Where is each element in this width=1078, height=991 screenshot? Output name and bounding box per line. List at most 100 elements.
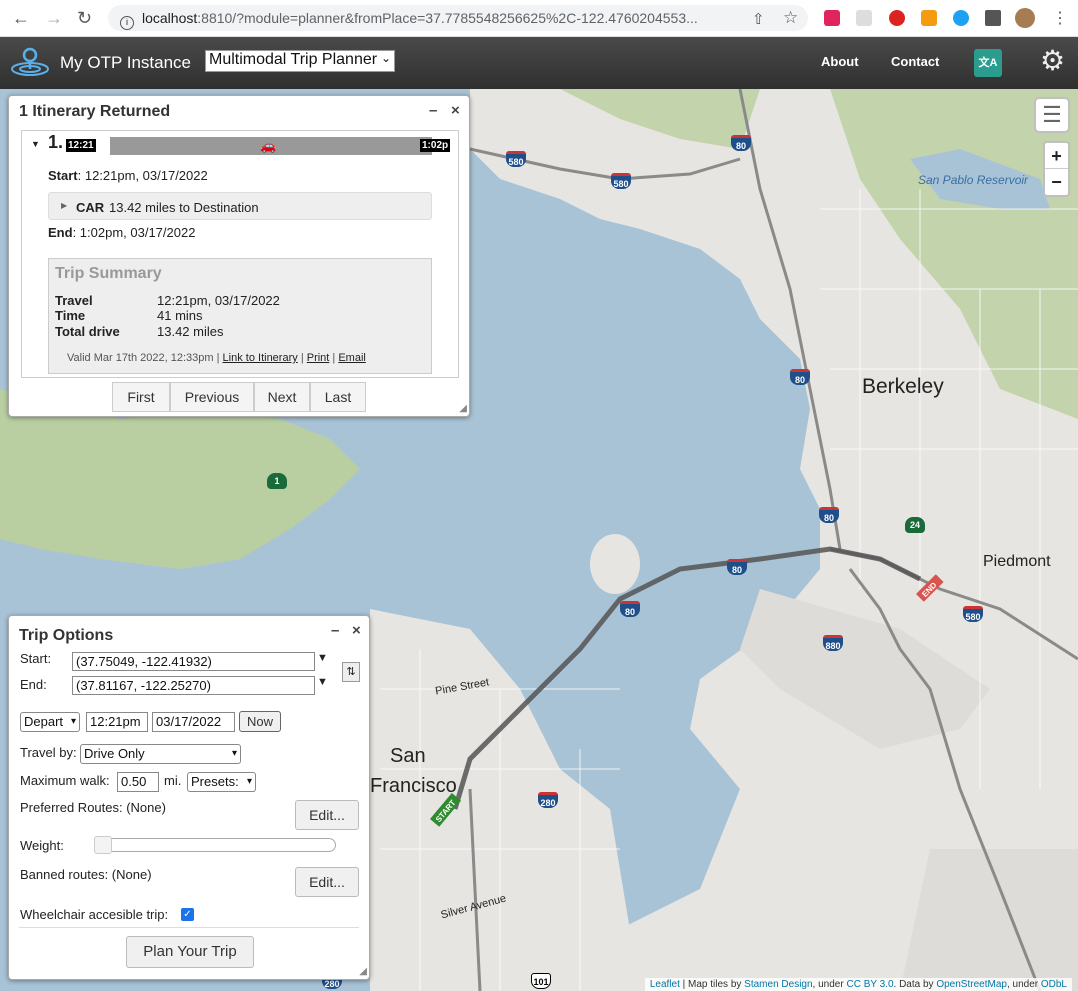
edit-banned-routes-button[interactable]: Edit...: [295, 867, 359, 897]
next-button[interactable]: Next: [254, 382, 310, 412]
start-label: Start:: [20, 651, 52, 666]
leaflet-link[interactable]: Leaflet: [650, 979, 680, 990]
trip-options-panel[interactable]: Trip Options – × Start: (37.75049, -122.…: [8, 615, 370, 980]
ccby-link[interactable]: CC BY 3.0: [846, 979, 893, 990]
extension-red-icon[interactable]: [889, 10, 905, 26]
forward-icon[interactable]: →: [45, 8, 63, 29]
gear-icon[interactable]: ⚙: [1040, 47, 1068, 75]
end-dropdown-icon[interactable]: ▼: [317, 676, 328, 688]
close-icon[interactable]: ×: [451, 102, 460, 119]
first-button[interactable]: First: [112, 382, 170, 412]
layers-icon[interactable]: ☰: [1034, 97, 1070, 133]
weight-slider[interactable]: [94, 836, 336, 854]
map-attribution: Leaflet | Map tiles by Stamen Design, un…: [644, 978, 1072, 991]
last-button[interactable]: Last: [310, 382, 366, 412]
stamen-link[interactable]: Stamen Design: [744, 979, 812, 990]
contact-link[interactable]: Contact: [891, 54, 939, 69]
minimize-icon[interactable]: –: [429, 102, 437, 119]
attribution-text: , under: [1006, 979, 1039, 990]
summary-key: Time: [55, 308, 86, 323]
max-walk-label: Maximum walk:: [20, 773, 110, 788]
leg-mode: CAR: [76, 200, 105, 215]
chevron-down-icon: ▾: [231, 748, 237, 759]
bookmark-star-icon[interactable]: ☆: [783, 8, 798, 28]
address-bar[interactable]: i localhost:8810/?module=planner&fromPlac…: [108, 5, 808, 31]
print-link[interactable]: Print: [307, 352, 330, 364]
extension-icon[interactable]: [856, 10, 872, 26]
caret-down-icon[interactable]: ▼: [31, 139, 40, 149]
travel-mode-value: Drive Only: [84, 746, 145, 761]
info-icon[interactable]: i: [120, 16, 134, 30]
resize-handle-icon[interactable]: ◢: [359, 966, 367, 977]
presets-select[interactable]: Presets: ▾: [187, 772, 256, 792]
interstate-shield: 80: [819, 507, 839, 523]
separator: |: [332, 352, 336, 364]
date-input[interactable]: 03/17/2022: [152, 712, 235, 732]
link-to-itinerary[interactable]: Link to Itinerary: [223, 352, 298, 364]
browser-toolbar: ← → ↻ i localhost:8810/?module=planner&fr…: [0, 0, 1078, 37]
summary-value: 13.42 miles: [157, 324, 224, 339]
extension-orange-icon[interactable]: [921, 10, 937, 26]
depart-select-value: Depart: [24, 714, 64, 729]
map-label-francisco: Francisco: [370, 775, 457, 797]
weight-slider-handle[interactable]: [94, 836, 112, 854]
extension-cloud-icon[interactable]: [953, 10, 969, 26]
chevron-down-icon: ▾: [70, 716, 76, 727]
close-icon[interactable]: ×: [352, 622, 361, 639]
osm-link[interactable]: OpenStreetMap: [936, 979, 1007, 990]
reload-icon[interactable]: ↻: [77, 8, 92, 29]
summary-value: 12:21pm, 03/17/2022: [157, 293, 280, 308]
zoom-in-button[interactable]: +: [1045, 143, 1068, 169]
summary-value: 41 mins: [157, 308, 203, 323]
map-label-piedmont: Piedmont: [983, 553, 1051, 570]
share-icon[interactable]: ⇧: [752, 10, 765, 28]
end-input[interactable]: (37.81167, -122.25270): [72, 676, 315, 695]
max-walk-input[interactable]: 0.50: [117, 772, 159, 792]
summary-key: Total drive: [55, 324, 120, 339]
car-leg[interactable]: ▶ CAR 13.42 miles to Destination: [48, 192, 432, 220]
previous-button[interactable]: Previous: [170, 382, 254, 412]
edit-preferred-routes-button[interactable]: Edit...: [295, 800, 359, 830]
travel-mode-select[interactable]: Drive Only ▾: [80, 744, 241, 764]
odbl-link[interactable]: ODbL: [1041, 979, 1067, 990]
trip-summary: Trip Summary Travel 12:21pm, 03/17/2022 …: [48, 258, 432, 374]
minimize-icon[interactable]: –: [331, 622, 339, 639]
itinerary-header[interactable]: ▼ 1. 12:21 🚗 1:02p: [21, 130, 459, 158]
start-dropdown-icon[interactable]: ▼: [317, 652, 328, 664]
plan-trip-button[interactable]: Plan Your Trip: [126, 936, 254, 968]
email-link[interactable]: Email: [338, 352, 366, 364]
about-link[interactable]: About: [821, 54, 859, 69]
time-input[interactable]: 12:21pm: [86, 712, 148, 732]
puzzle-icon[interactable]: [985, 10, 1001, 26]
swap-icon[interactable]: ⇅: [342, 662, 360, 682]
interstate-shield: 580: [611, 173, 631, 189]
banned-routes-label: Banned routes: (None): [20, 867, 152, 882]
itinerary-panel[interactable]: 1 Itinerary Returned – × ▼ 1. 12:21 🚗 1:…: [8, 95, 470, 417]
valid-text: Valid Mar 17th 2022, 12:33pm |: [67, 352, 220, 364]
back-icon[interactable]: ←: [12, 8, 30, 29]
language-icon[interactable]: 文A: [974, 49, 1002, 77]
us-route-shield: 101: [531, 973, 551, 989]
kebab-menu-icon[interactable]: ⋮: [1052, 8, 1068, 28]
pocket-icon[interactable]: [824, 10, 840, 26]
interstate-shield: 80: [727, 559, 747, 575]
state-route-shield: 24: [905, 517, 925, 533]
now-button[interactable]: Now: [239, 711, 281, 732]
map-label-reservoir: San Pablo Reservoir: [918, 173, 1029, 187]
start-key: Start: [48, 168, 78, 183]
resize-handle-icon[interactable]: ◢: [459, 403, 467, 414]
map-label-san: San: [390, 745, 426, 767]
wheelchair-checkbox[interactable]: ✓: [181, 908, 194, 921]
start-input[interactable]: (37.75049, -122.41932): [72, 652, 315, 671]
url-path: :8810/?module=planner&fromPlace=37.77855…: [197, 10, 698, 26]
presets-value: Presets:: [191, 774, 239, 789]
end-row: End: 1:02pm, 03/17/2022: [48, 225, 195, 240]
depart-select[interactable]: Depart ▾: [20, 712, 80, 732]
start-row: Start: 12:21pm, 03/17/2022: [48, 168, 208, 183]
avatar[interactable]: [1015, 8, 1035, 28]
zoom-out-button[interactable]: −: [1045, 169, 1068, 195]
url-host: localhost: [142, 10, 198, 26]
module-select[interactable]: Multimodal Trip Planner ⌄: [205, 50, 395, 72]
end-key: End: [48, 225, 73, 240]
itinerary-leg-bar[interactable]: 🚗: [110, 137, 432, 155]
